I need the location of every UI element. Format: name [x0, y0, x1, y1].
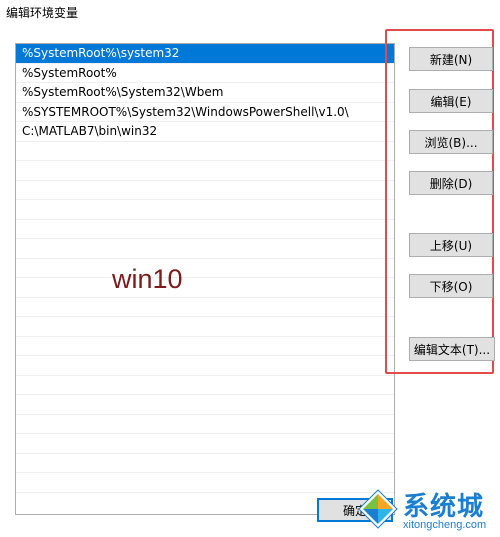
list-item[interactable]: %SystemRoot%\System32\Wbem: [16, 83, 394, 103]
list-item-empty[interactable]: [16, 259, 394, 278]
move-down-button[interactable]: 下移(O): [409, 274, 493, 298]
edit-text-button[interactable]: 编辑文本(T)...: [409, 337, 495, 361]
list-item-empty[interactable]: [16, 356, 394, 376]
list-item-empty[interactable]: [16, 317, 394, 337]
edit-button[interactable]: 编辑(E): [409, 89, 493, 113]
list-item[interactable]: %SystemRoot%: [16, 64, 394, 83]
list-item-empty[interactable]: [16, 220, 394, 239]
list-item-empty[interactable]: [16, 239, 394, 259]
list-item-empty[interactable]: [16, 454, 394, 473]
list-item-empty[interactable]: [16, 337, 394, 356]
list-item-empty[interactable]: [16, 376, 394, 395]
list-item-empty[interactable]: [16, 415, 394, 434]
title-bar: 编辑环境变量: [0, 0, 500, 26]
list-item-empty[interactable]: [16, 142, 394, 161]
watermark-brand: 系统城: [403, 492, 485, 522]
window-title: 编辑环境变量: [6, 6, 79, 20]
new-button[interactable]: 新建(N): [409, 47, 493, 71]
browse-button[interactable]: 浏览(B)...: [409, 130, 493, 154]
list-item-empty[interactable]: [16, 298, 394, 317]
list-item-empty[interactable]: [16, 200, 394, 220]
watermark: 系统城 xitongcheng.com: [357, 484, 500, 537]
list-item-empty[interactable]: [16, 473, 394, 493]
list-item-empty[interactable]: [16, 395, 394, 415]
highlight-box: [385, 29, 494, 374]
annotation-label: win10: [112, 264, 183, 294]
list-item-empty[interactable]: [16, 434, 394, 454]
brand-logo-icon: [358, 489, 398, 529]
watermark-url: xitongcheng.com: [403, 519, 487, 531]
list-item-empty[interactable]: [16, 161, 394, 181]
move-up-button[interactable]: 上移(U): [409, 233, 493, 257]
list-item[interactable]: %SystemRoot%\system32: [16, 44, 394, 64]
delete-button[interactable]: 删除(D): [409, 171, 493, 195]
path-list[interactable]: %SystemRoot%\system32 %SystemRoot% %System…: [15, 43, 395, 515]
list-item[interactable]: C:\MATLAB7\bin\win32: [16, 122, 394, 142]
list-item-empty[interactable]: [16, 181, 394, 200]
list-item[interactable]: %SYSTEMROOT%\System32\WindowsPowerShell\…: [16, 103, 394, 122]
list-item-empty[interactable]: [16, 278, 394, 298]
